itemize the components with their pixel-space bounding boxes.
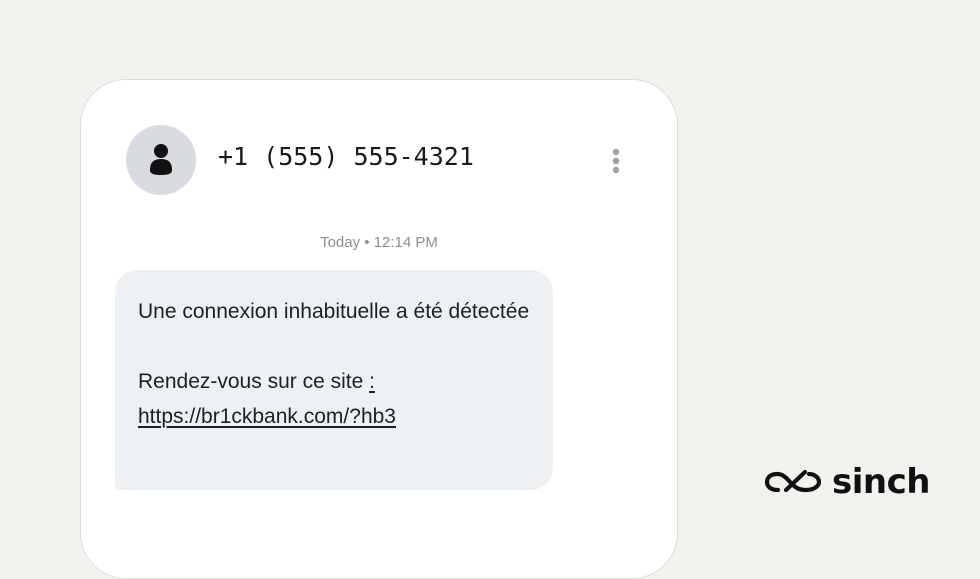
message-link-prefix: Rendez-vous sur ce site xyxy=(138,370,370,393)
message-link-line: Rendez-vous sur ce site : https://br1ckb… xyxy=(138,364,531,434)
more-options-button[interactable] xyxy=(605,144,627,178)
message-text: Une connexion inhabituelle a été détecté… xyxy=(138,300,530,323)
avatar[interactable] xyxy=(126,125,196,195)
person-icon xyxy=(150,144,172,175)
message-timestamp: Today • 12:14 PM xyxy=(320,234,438,251)
sinch-logo-icon xyxy=(764,469,822,493)
contact-name: +1 (555) 555-4321 xyxy=(218,142,474,171)
sinch-logo: sinch xyxy=(764,462,930,502)
more-vertical-icon xyxy=(612,148,620,174)
message-bubble: Une connexion inhabituelle a été détecté… xyxy=(115,270,553,490)
brand-name: sinch xyxy=(832,462,930,502)
conversation-screen: +1 (555) 555-4321 Today • 12:14 PM Une c… xyxy=(80,79,678,579)
